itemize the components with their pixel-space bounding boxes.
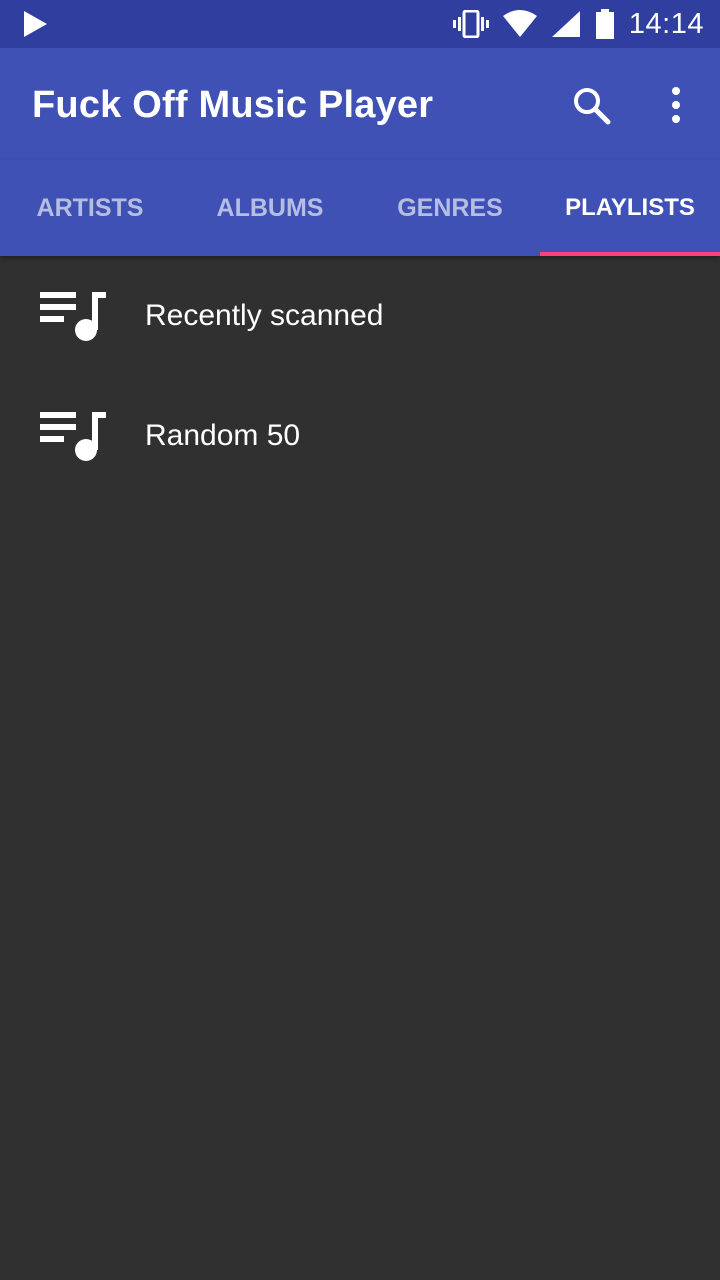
playlist-label: Random 50 bbox=[145, 419, 301, 452]
signal-icon bbox=[551, 10, 581, 38]
status-bar: 14:14 bbox=[0, 0, 720, 48]
more-vert-icon[interactable] bbox=[664, 84, 688, 126]
playlist-list: Recently scanned Random 50 bbox=[0, 256, 720, 496]
tab-playlists[interactable]: PLAYLISTS bbox=[540, 160, 720, 256]
list-item[interactable]: Recently scanned bbox=[0, 256, 720, 376]
tab-albums[interactable]: ALBUMS bbox=[180, 160, 360, 256]
battery-icon bbox=[595, 9, 615, 39]
play-icon bbox=[22, 10, 48, 43]
playlist-music-icon bbox=[40, 412, 108, 462]
app-bar: Fuck Off Music Player bbox=[0, 48, 720, 160]
status-time: 14:14 bbox=[628, 7, 704, 40]
wifi-icon bbox=[502, 10, 537, 38]
tab-bar: ARTISTS ALBUMS GENRES PLAYLISTS bbox=[0, 160, 720, 256]
tab-genres[interactable]: GENRES bbox=[360, 160, 540, 256]
app-title: Fuck Off Music Player bbox=[32, 84, 434, 126]
list-item[interactable]: Random 50 bbox=[0, 376, 720, 496]
playlist-music-icon bbox=[40, 292, 108, 342]
search-icon[interactable] bbox=[570, 84, 612, 126]
playlist-label: Recently scanned bbox=[145, 299, 384, 332]
vibrate-icon bbox=[452, 10, 489, 38]
tab-artists[interactable]: ARTISTS bbox=[0, 160, 180, 256]
status-icons: 14:14 bbox=[439, 0, 704, 48]
